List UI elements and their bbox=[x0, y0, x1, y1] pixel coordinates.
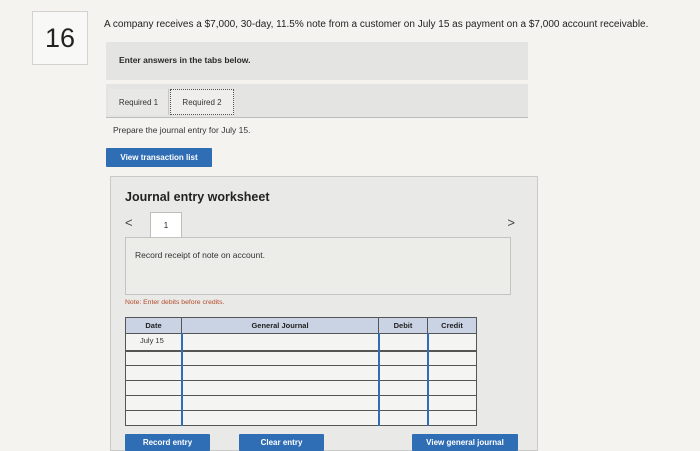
prev-arrow-icon[interactable]: < bbox=[125, 215, 133, 230]
view-transaction-list-button[interactable]: View transaction list bbox=[106, 148, 212, 167]
table-row bbox=[125, 349, 477, 366]
debit-header: Debit bbox=[378, 317, 428, 334]
credit-header: Credit bbox=[427, 317, 477, 334]
debit-input[interactable] bbox=[377, 365, 428, 381]
date-header: Date bbox=[125, 317, 182, 334]
table-header-row: Date General Journal Debit Credit bbox=[125, 317, 477, 334]
table-row: July 15 bbox=[125, 333, 477, 351]
journal-table: Date General Journal Debit Credit July 1… bbox=[125, 317, 477, 426]
debit-input[interactable] bbox=[377, 333, 428, 351]
date-cell[interactable] bbox=[125, 349, 182, 366]
credit-input[interactable] bbox=[426, 380, 477, 396]
record-entry-button[interactable]: Record entry bbox=[125, 434, 210, 451]
journal-account-input[interactable] bbox=[180, 349, 379, 366]
debit-input[interactable] bbox=[377, 380, 428, 396]
date-cell[interactable] bbox=[125, 410, 182, 426]
credit-input[interactable] bbox=[426, 395, 477, 411]
table-row bbox=[125, 395, 477, 411]
question-number: 16 bbox=[32, 11, 88, 65]
date-cell[interactable] bbox=[125, 395, 182, 411]
tabs-bar: Required 1 Required 2 bbox=[106, 84, 528, 118]
worksheet-title: Journal entry worksheet bbox=[125, 190, 270, 204]
record-description: Record receipt of note on account. bbox=[135, 250, 265, 260]
date-cell[interactable] bbox=[125, 365, 182, 381]
credit-input[interactable] bbox=[426, 410, 477, 426]
record-description-box: Record receipt of note on account. bbox=[125, 237, 511, 295]
date-cell[interactable] bbox=[125, 380, 182, 396]
instruction-text: Enter answers in the tabs below. bbox=[119, 55, 251, 65]
question-prompt: A company receives a $7,000, 30-day, 11.… bbox=[104, 19, 649, 30]
clear-entry-button[interactable]: Clear entry bbox=[239, 434, 324, 451]
debit-input[interactable] bbox=[377, 410, 428, 426]
general-journal-header: General Journal bbox=[181, 317, 379, 334]
note-text: Note: Enter debits before credits. bbox=[125, 299, 225, 306]
view-general-journal-button[interactable]: View general journal bbox=[412, 434, 518, 451]
journal-entry-worksheet: Journal entry worksheet < 1 > Record rec… bbox=[110, 176, 538, 451]
debit-input[interactable] bbox=[377, 395, 428, 411]
credit-input[interactable] bbox=[426, 349, 477, 366]
journal-account-input[interactable] bbox=[180, 410, 379, 426]
tab-required-2[interactable]: Required 2 bbox=[170, 89, 234, 115]
table-row bbox=[125, 380, 477, 396]
journal-account-input[interactable] bbox=[180, 380, 379, 396]
journal-account-input[interactable] bbox=[180, 365, 379, 381]
next-arrow-icon[interactable]: > bbox=[507, 215, 515, 230]
entry-page-tab[interactable]: 1 bbox=[150, 212, 182, 237]
journal-account-input[interactable] bbox=[180, 333, 379, 351]
credit-input[interactable] bbox=[426, 365, 477, 381]
prepare-text: Prepare the journal entry for July 15. bbox=[113, 125, 251, 135]
table-row bbox=[125, 410, 477, 426]
debit-input[interactable] bbox=[377, 349, 428, 366]
table-row bbox=[125, 365, 477, 381]
tab-required-1[interactable]: Required 1 bbox=[109, 89, 169, 115]
journal-account-input[interactable] bbox=[180, 395, 379, 411]
credit-input[interactable] bbox=[426, 333, 477, 351]
date-cell[interactable]: July 15 bbox=[125, 333, 182, 351]
instruction-box: Enter answers in the tabs below. bbox=[106, 42, 528, 80]
